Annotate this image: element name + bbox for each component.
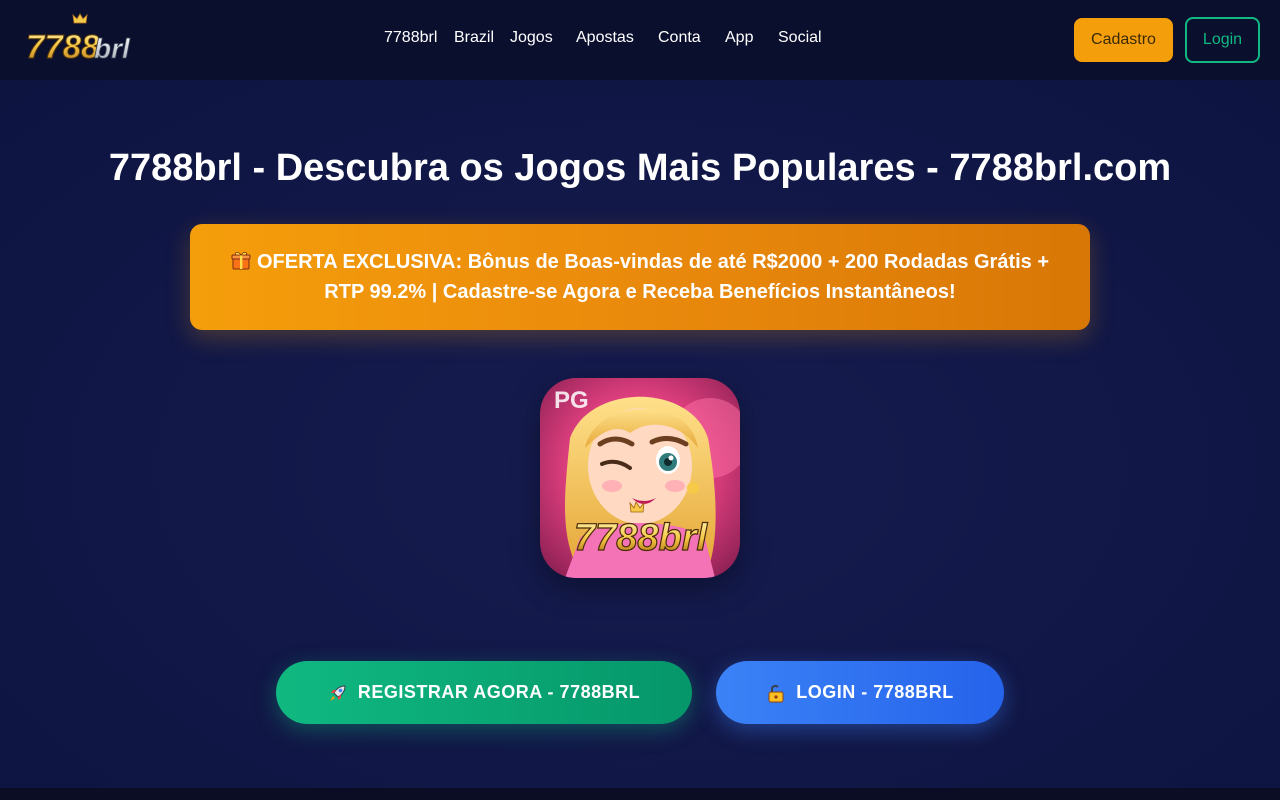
logo-number: 7788 (26, 28, 100, 65)
lock-icon (768, 684, 784, 702)
nav-item-7788brl[interactable]: 7788brl (384, 29, 437, 47)
offer-banner[interactable]: OFERTA EXCLUSIVA: Bônus de Boas-vindas d… (190, 224, 1090, 330)
nav-item-jogos[interactable]: Jogos (510, 29, 553, 47)
game-artwork: PG 7788brl (540, 378, 740, 578)
site-header: 7788 brl 7788brl Brazil Jogos Apostas Co… (0, 0, 1280, 80)
footer-strip (0, 788, 1280, 800)
app-brand: 7788brl (574, 517, 709, 559)
offer-text: OFERTA EXCLUSIVA: Bônus de Boas-vindas d… (256, 251, 1050, 303)
nav-item-app[interactable]: App (725, 29, 753, 47)
register-now-button[interactable]: REGISTRAR AGORA - 7788BRL (276, 661, 692, 724)
nav-item-conta[interactable]: Conta (658, 29, 701, 47)
nav-item-apostas[interactable]: Apostas (576, 29, 634, 47)
register-now-label: REGISTRAR AGORA - 7788BRL (357, 682, 641, 702)
pg-badge: PG (554, 387, 589, 414)
nav-item-social[interactable]: Social (778, 29, 822, 47)
login-cta-label: LOGIN - 7788BRL (796, 682, 954, 702)
gift-icon (231, 251, 251, 270)
login-cta-button[interactable]: LOGIN - 7788BRL (716, 661, 1004, 724)
offer-content: OFERTA EXCLUSIVA: Bônus de Boas-vindas d… (218, 247, 1062, 307)
logo-suffix: brl (94, 33, 131, 64)
crown-icon (72, 13, 88, 24)
rocket-icon (329, 684, 346, 701)
app-icon[interactable]: PG 7788brl (540, 378, 740, 578)
site-logo[interactable]: 7788 brl (24, 10, 136, 68)
login-button[interactable]: Login (1185, 17, 1260, 63)
signup-button[interactable]: Cadastro (1074, 18, 1173, 62)
page-title: 7788brl - Descubra os Jogos Mais Popular… (108, 147, 1172, 189)
nav-item-brazil[interactable]: Brazil (454, 29, 494, 47)
